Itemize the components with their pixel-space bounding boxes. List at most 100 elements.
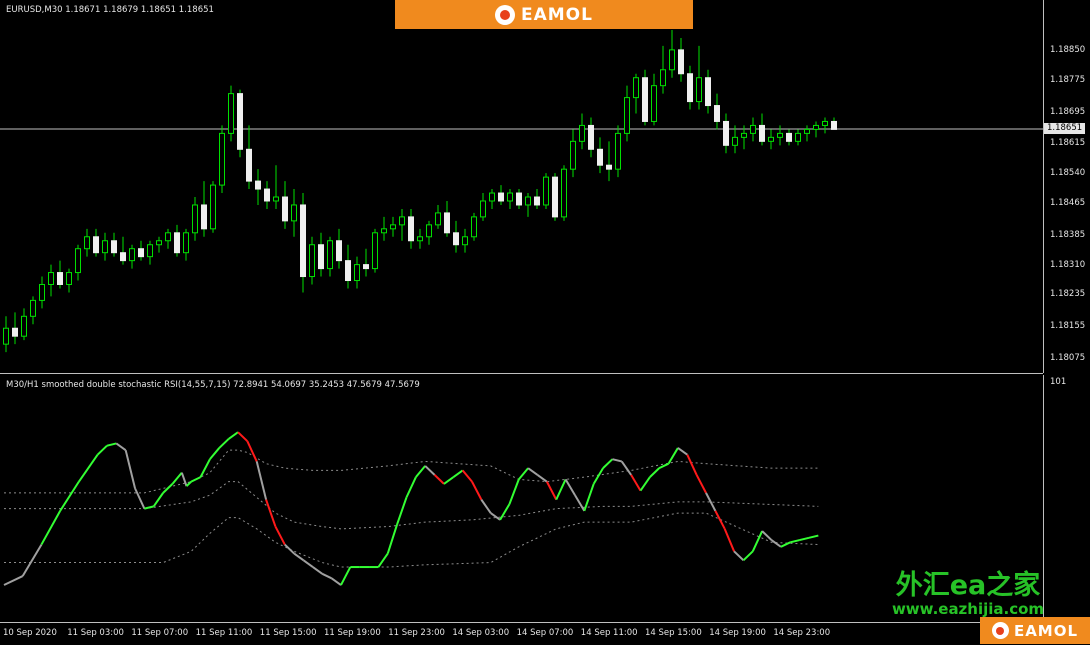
stoch-rsi-segment xyxy=(471,481,483,501)
candle xyxy=(597,137,603,174)
candle xyxy=(165,228,171,249)
candle xyxy=(714,93,720,130)
watermark-url-text: www.eazhijia.com xyxy=(891,600,1045,618)
stoch-rsi-segment xyxy=(228,431,239,440)
stoch-rsi-segment xyxy=(284,543,295,555)
price-axis-tick: 1.18310 xyxy=(1050,259,1086,270)
stoch-rsi-segment xyxy=(714,510,726,530)
stoch-rsi-segment xyxy=(490,512,501,521)
stoch-rsi-segment xyxy=(218,438,230,449)
price-axis[interactable]: 1.18850 1.18775 1.18695 1.18615 1.18540 1.184… xyxy=(1043,0,1090,373)
stoch-rsi-segment xyxy=(452,469,464,478)
candle xyxy=(390,216,396,237)
candle xyxy=(183,228,189,261)
price-chart-pane[interactable]: EURUSD,M30 1.18671 1.18679 1.18651 1.186… xyxy=(0,0,1043,374)
stoch-rsi-segment xyxy=(312,566,323,575)
stoch-rsi-segment xyxy=(761,530,773,541)
stoch-rsi-segment xyxy=(677,447,688,456)
price-axis-tick: 1.18850 xyxy=(1050,44,1086,55)
stoch-rsi-segment xyxy=(799,536,810,542)
candle xyxy=(282,181,288,229)
time-axis[interactable]: 10 Sep 2020 11 Sep 03:00 11 Sep 07:00 11 Se… xyxy=(0,622,1043,645)
stoch-rsi-segment xyxy=(405,476,417,498)
candle xyxy=(705,69,711,114)
time-axis-label: 11 Sep 07:00 xyxy=(131,628,189,638)
candle xyxy=(570,129,576,178)
indicator-pane[interactable]: M30/H1 smoothed double stochastic RSI(14… xyxy=(0,375,1043,622)
candle xyxy=(363,248,369,277)
candle xyxy=(444,200,450,237)
indicator-header: M30/H1 smoothed double stochastic RSI(14… xyxy=(6,380,420,390)
brand-logo-icon xyxy=(495,4,515,25)
candle xyxy=(39,276,45,309)
price-axis-tick: 1.18075 xyxy=(1050,353,1086,364)
stochastic-rsi-chart[interactable] xyxy=(0,375,1043,622)
time-axis-label: 11 Sep 15:00 xyxy=(259,628,317,638)
candle xyxy=(723,113,729,154)
stoch-rsi-segment xyxy=(237,431,249,442)
stoch-rsi-segment xyxy=(733,550,745,562)
candle xyxy=(750,117,756,142)
candle xyxy=(138,240,144,261)
candle xyxy=(21,308,27,341)
stoch-rsi-segment xyxy=(293,552,305,562)
candle xyxy=(552,173,558,221)
candlestick-chart[interactable] xyxy=(0,0,1043,373)
time-axis-label: 14 Sep 15:00 xyxy=(645,628,702,638)
stoch-rsi-segment xyxy=(180,472,188,487)
stoch-rsi-segment xyxy=(96,444,108,456)
stoch-rsi-segment xyxy=(115,442,127,451)
time-axis-label: 10 Sep 2020 xyxy=(3,628,57,638)
time-axis-label: 11 Sep 23:00 xyxy=(388,628,445,638)
candle xyxy=(57,260,63,289)
candle xyxy=(246,125,252,190)
stoch-rsi-segment xyxy=(742,550,754,562)
stoch-rsi-segment xyxy=(620,460,632,476)
stoch-rsi-segment xyxy=(246,440,258,462)
brand-name: EAMOL xyxy=(521,4,593,25)
price-axis-tick: 1.18385 xyxy=(1050,229,1086,240)
indicator-axis[interactable]: 101 xyxy=(1043,375,1090,622)
candle xyxy=(174,224,180,257)
candle xyxy=(30,296,36,325)
price-axis-tick: 1.18465 xyxy=(1050,197,1086,208)
candle xyxy=(822,117,828,134)
candle xyxy=(345,244,351,289)
candle xyxy=(156,236,162,253)
candle xyxy=(228,85,234,142)
stoch-rsi-segment xyxy=(574,494,586,512)
candle xyxy=(336,228,342,269)
band-line-lower xyxy=(4,512,819,568)
stoch-rsi-segment xyxy=(545,481,558,501)
stoch-rsi-segment xyxy=(630,474,642,492)
price-axis-tick: 1.18615 xyxy=(1050,138,1086,149)
candle xyxy=(462,228,468,253)
candle xyxy=(543,173,549,209)
candle xyxy=(291,189,297,237)
stoch-rsi-segment xyxy=(770,539,782,548)
candle xyxy=(327,236,333,277)
stoch-rsi-segment xyxy=(78,454,99,483)
stoch-rsi-segment xyxy=(723,528,736,552)
price-axis-tick: 1.18695 xyxy=(1050,106,1086,117)
time-axis-label: 14 Sep 11:00 xyxy=(580,628,638,638)
stoch-rsi-segment xyxy=(396,497,408,525)
stoch-rsi-segment xyxy=(106,442,117,447)
candle xyxy=(381,216,387,241)
candle xyxy=(786,129,792,146)
stoch-rsi-segment xyxy=(649,467,660,478)
candle xyxy=(237,89,243,158)
candle xyxy=(300,193,306,293)
stoch-rsi-segment xyxy=(499,503,511,521)
candle xyxy=(273,165,279,209)
stoch-rsi-segment xyxy=(21,544,43,577)
candle xyxy=(471,212,477,241)
candle xyxy=(651,73,657,126)
candle xyxy=(408,208,414,249)
stoch-rsi-segment xyxy=(686,454,698,476)
stoch-rsi-segment xyxy=(302,559,314,568)
stoch-rsi-segment xyxy=(171,472,183,485)
candle xyxy=(147,240,153,265)
candle xyxy=(678,37,684,82)
candle xyxy=(804,125,810,142)
